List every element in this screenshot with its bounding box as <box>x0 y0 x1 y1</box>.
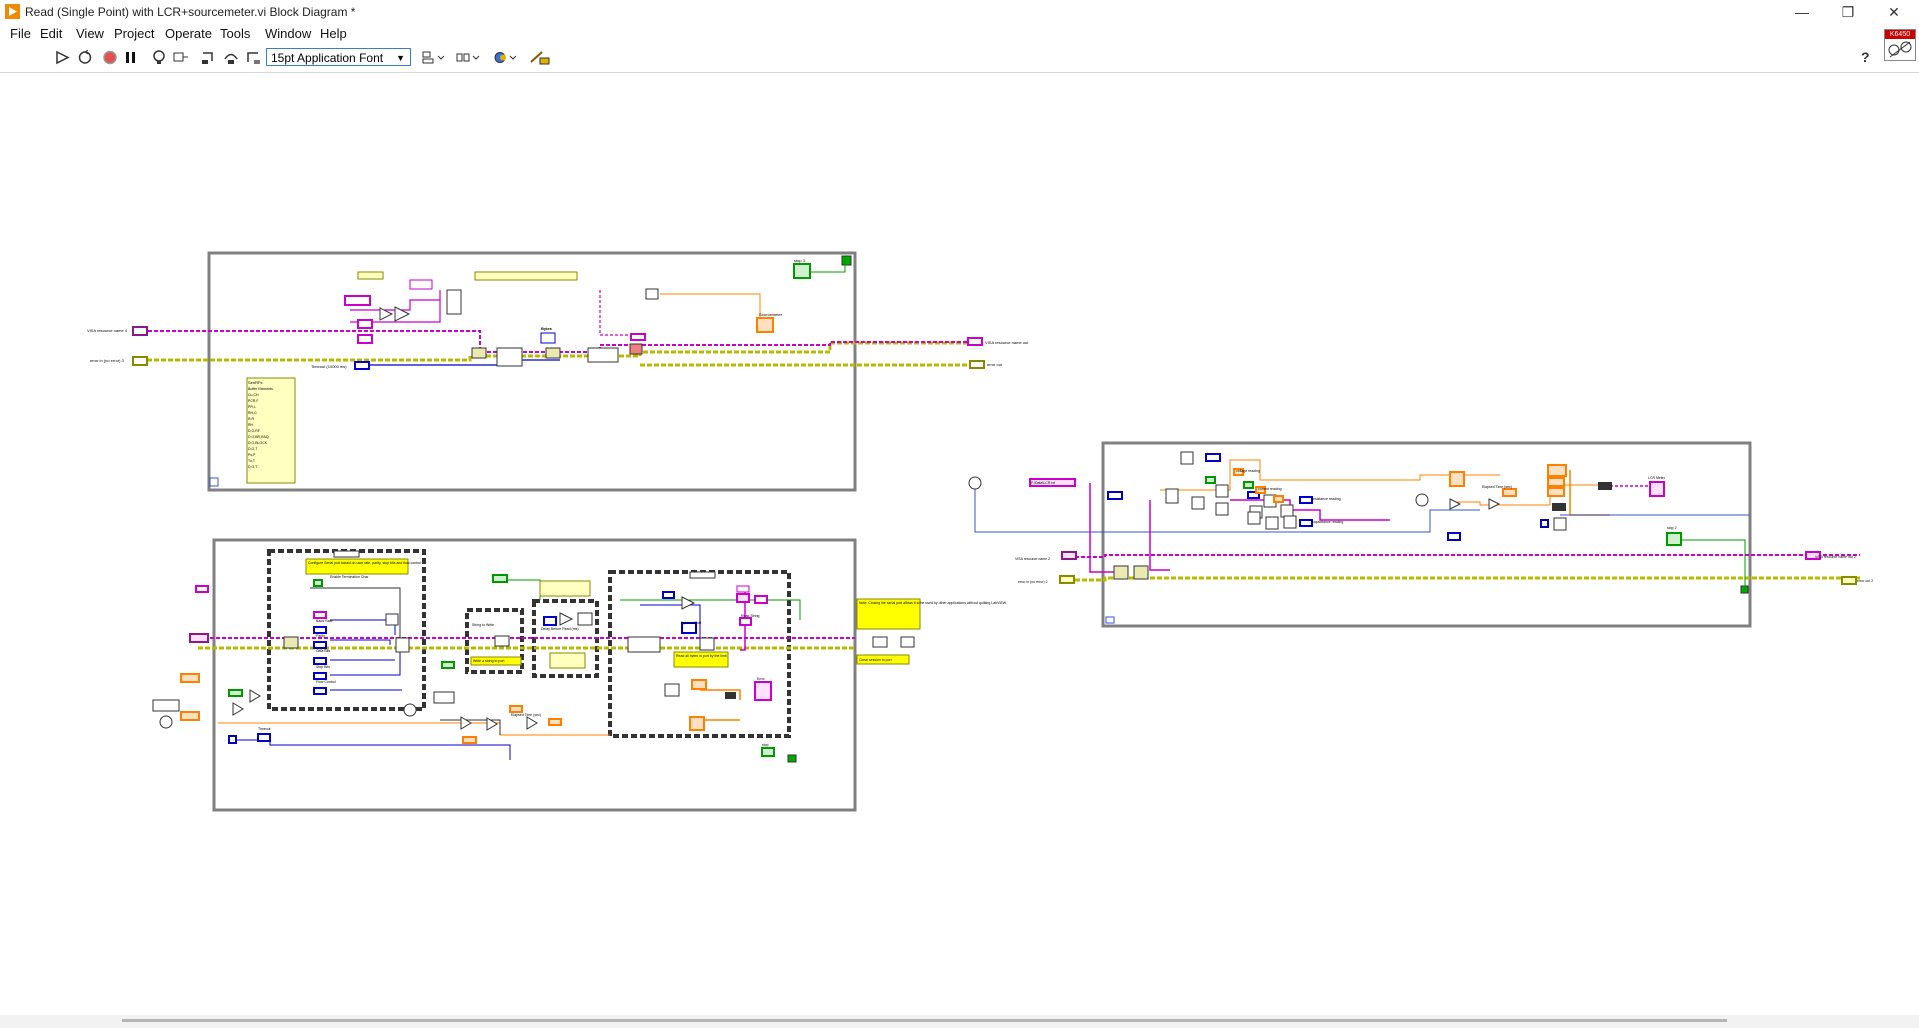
menu-project[interactable]: Project <box>114 26 154 41</box>
svg-text:R,R: R,R <box>248 417 255 421</box>
svg-text:Elapsed Time (sec): Elapsed Time (sec) <box>511 713 541 717</box>
menu-bar: File Edit View Project Operate Tools Win… <box>0 24 1919 43</box>
top-while-loop[interactable] <box>207 251 857 492</box>
svg-text:Data Bits: Data Bits <box>316 649 330 653</box>
svg-text:Delay Before Read (ms): Delay Before Read (ms) <box>541 627 579 631</box>
pause-icon[interactable] <box>122 49 140 66</box>
svg-text:D,G,RF: D,G,RF <box>248 429 260 433</box>
context-help-icon[interactable]: ? <box>1861 49 1870 65</box>
restore-button[interactable]: ❐ <box>1826 2 1870 22</box>
svg-text:resistance reading: resistance reading <box>1312 497 1341 501</box>
label-timeout: Timeout (10000 ms) <box>311 364 347 369</box>
stop-button-terminal <box>793 263 811 279</box>
svg-text:capacitance reading: capacitance reading <box>1312 520 1343 524</box>
svg-text:Elapsed Time (sec): Elapsed Time (sec) <box>1482 485 1512 489</box>
font-selector[interactable]: 15pt Application Font ▼ <box>266 48 411 66</box>
svg-text:Configure Serial port based on: Configure Serial port based on user rate… <box>308 561 421 565</box>
reorder-icon[interactable] <box>492 49 518 66</box>
svg-text:String to Write: String to Write <box>472 623 494 627</box>
svg-text:D,G,BLOCK: D,G,BLOCK <box>248 441 268 445</box>
svg-text:RH,G: RH,G <box>248 411 257 415</box>
run-arrow-icon[interactable] <box>54 49 72 66</box>
svg-text:Flow Control: Flow Control <box>316 680 336 684</box>
label-visa-in: VISA resource name 4 <box>87 328 128 333</box>
loop-iteration-terminal <box>209 477 219 487</box>
align-objects-icon[interactable] <box>420 49 446 66</box>
svg-text:Stop Bits: Stop Bits <box>316 665 330 669</box>
meter-icon <box>1888 41 1912 58</box>
vi-connector-icon[interactable]: K6450 <box>1884 29 1916 61</box>
svg-text:error out 2: error out 2 <box>1857 579 1873 583</box>
svg-text:Ps,P: Ps,P <box>248 453 256 457</box>
menu-tools[interactable]: Tools <box>220 26 250 41</box>
label-bytes: Bytes <box>541 326 553 331</box>
svg-text:Bytes at Port: Bytes at Port <box>681 621 701 625</box>
svg-text:LCR Meter: LCR Meter <box>1648 476 1666 480</box>
svg-text:stop: stop <box>762 743 769 747</box>
window-title: Read (Single Point) with LCR+sourcemeter… <box>25 5 356 19</box>
step-out-icon[interactable] <box>244 49 262 66</box>
label-visa-out: VISA resource name out <box>985 340 1029 345</box>
label-stop3: stop 3 <box>794 258 806 263</box>
labview-app-icon <box>5 4 20 19</box>
close-button[interactable]: ✕ <box>1872 2 1916 22</box>
svg-text:RH: RH <box>248 423 254 427</box>
svg-text:Read String: Read String <box>741 614 760 618</box>
svg-text:Read all bytes in port by the: Read all bytes in port by the limit <box>676 654 727 658</box>
chevron-down-icon: ▼ <box>396 53 405 63</box>
svg-text:Enable Termination Char: Enable Termination Char <box>330 575 369 579</box>
svg-text:Tu,T: Tu,T <box>248 459 256 463</box>
block-diagram-canvas[interactable]: SenRPc Buffer Elements Cu,CH PCR,F PR,L … <box>0 73 1919 1015</box>
svg-text:voltage reading: voltage reading <box>1236 469 1260 473</box>
visa-resource-control <box>132 326 148 336</box>
menu-file[interactable]: File <box>10 26 31 41</box>
title-bar: Read (Single Point) with LCR+sourcemeter… <box>0 0 1919 24</box>
minimize-button[interactable]: — <box>1780 2 1824 22</box>
svg-text:PR,L: PR,L <box>248 405 256 409</box>
label-sourcemeter: Sourcemeter <box>759 312 783 317</box>
svg-text:D,G,T: D,G,T <box>248 465 258 469</box>
svg-text:current reading: current reading <box>1258 487 1282 491</box>
svg-text:Error: Error <box>757 677 766 681</box>
svg-text:Parity: Parity <box>316 634 325 638</box>
svg-text:VISA resource name out 2: VISA resource name out 2 <box>1815 555 1856 559</box>
svg-text:PCR,F: PCR,F <box>248 399 259 403</box>
step-into-icon[interactable] <box>200 49 218 66</box>
loop-stop-terminal <box>841 255 852 266</box>
step-over-icon[interactable] <box>222 49 240 66</box>
horizontal-scrollbar[interactable] <box>122 1019 1727 1022</box>
note-header: SenRPc <box>248 380 263 385</box>
svg-text:Baud Rate: Baud Rate <box>316 619 333 623</box>
svg-text:Note: Closing the serial port: Note: Closing the serial port allows it … <box>859 601 1007 605</box>
toolbar: 15pt Application Font ▼ ? <box>0 43 1919 73</box>
svg-text:D,G,T: D,G,T <box>248 447 258 451</box>
label-error-in: error in (no error) 3 <box>90 358 125 363</box>
menu-window[interactable]: Window <box>265 26 311 41</box>
svg-text:stop 2: stop 2 <box>1667 526 1677 530</box>
distribute-objects-icon[interactable] <box>455 49 481 66</box>
file-path-constant: F:\Data\LCR.txt <box>1031 481 1055 485</box>
svg-text:VISA resource name 2: VISA resource name 2 <box>1015 557 1050 561</box>
menu-view[interactable]: View <box>76 26 104 41</box>
menu-edit[interactable]: Edit <box>40 26 62 41</box>
error-in-control <box>132 356 148 366</box>
clean-up-diagram-icon[interactable] <box>528 49 552 66</box>
svg-text:Timeout: Timeout <box>258 727 271 731</box>
svg-text:Cu,CH: Cu,CH <box>248 393 259 397</box>
highlight-execution-icon[interactable] <box>150 49 168 66</box>
svg-text:error in (no error) 2: error in (no error) 2 <box>1018 580 1048 584</box>
svg-text:D,G,BR,RAQ: D,G,BR,RAQ <box>248 435 269 439</box>
svg-text:Buffer Elements: Buffer Elements <box>248 387 273 391</box>
label-error-out: error out <box>987 362 1003 367</box>
retain-wire-values-icon[interactable] <box>172 49 190 66</box>
abort-execution-icon[interactable] <box>101 49 119 66</box>
right-while-loop[interactable] <box>1101 441 1752 628</box>
menu-operate[interactable]: Operate <box>165 26 212 41</box>
svg-text:Close session to port: Close session to port <box>859 658 892 662</box>
run-continuously-icon[interactable] <box>76 49 94 66</box>
svg-text:Write a string to port: Write a string to port <box>473 659 504 663</box>
menu-help[interactable]: Help <box>320 26 347 41</box>
